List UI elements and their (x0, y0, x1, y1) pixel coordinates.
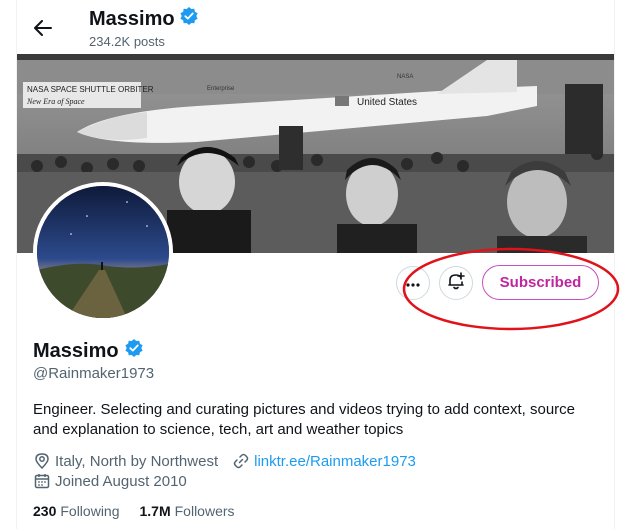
profile-joined-row: Joined August 2010 (33, 472, 187, 490)
banner-sign-text: NASA SPACE SHUTTLE ORBITER (27, 85, 154, 94)
post-count: 234.2K posts (89, 34, 165, 49)
more-button[interactable] (396, 266, 430, 300)
link-icon (232, 452, 250, 470)
notification-bell-icon (446, 271, 466, 296)
profile-name: Massimo (33, 338, 144, 364)
following-label: Following (60, 503, 120, 519)
profile-handle: @Rainmaker1973 (33, 365, 155, 382)
followers-link[interactable]: 1.7M Followers (140, 503, 235, 519)
header-name-text: Massimo (89, 7, 175, 30)
profile-name-text: Massimo (33, 339, 119, 362)
followers-count: 1.7M (139, 503, 171, 519)
followers-label: Followers (174, 503, 235, 519)
location-icon (33, 452, 51, 470)
top-bar: Massimo 234.2K posts (0, 0, 626, 54)
following-count: 230 (33, 503, 57, 519)
header-name: Massimo (89, 6, 199, 32)
verified-badge-icon (124, 338, 144, 364)
follow-stats: 230 Following 1.7M Followers (33, 503, 255, 519)
back-arrow-icon[interactable] (30, 16, 56, 40)
tail-text: United States (357, 97, 417, 108)
calendar-icon (33, 472, 51, 490)
banner-sign-text-2: New Era of Space (26, 97, 85, 106)
avatar[interactable] (33, 182, 173, 322)
orbiter-name: Enterprise (207, 86, 235, 92)
tail-logo: NASA (397, 74, 413, 80)
verified-badge-icon (179, 6, 199, 32)
profile-joined: Joined August 2010 (55, 472, 187, 490)
following-link[interactable]: 230 Following (33, 503, 120, 519)
profile-website-link[interactable]: linktr.ee/Rainmaker1973 (254, 453, 416, 470)
subscribed-button[interactable]: Subscribed (482, 265, 599, 300)
profile-bio: Engineer. Selecting and curating picture… (33, 401, 575, 438)
profile-location: Italy, North by Northwest (55, 452, 219, 470)
profile-meta-row: Italy, North by Northwest linktr.ee/Rain… (33, 452, 416, 470)
notification-button[interactable] (439, 266, 473, 300)
more-icon (405, 274, 421, 292)
